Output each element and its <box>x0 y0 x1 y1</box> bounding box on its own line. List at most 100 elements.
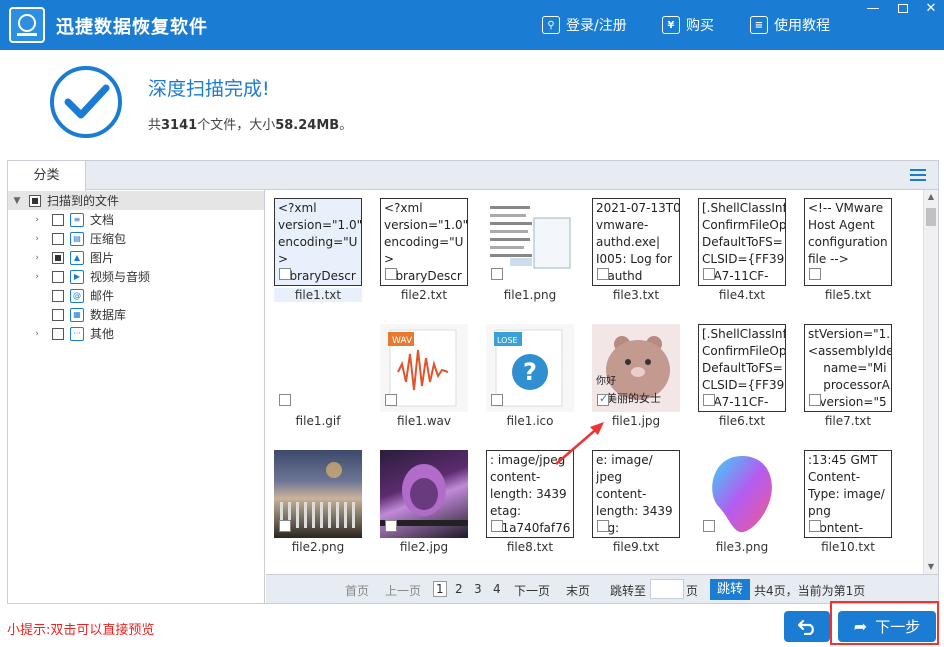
file-item[interactable]: file2.png <box>266 444 366 564</box>
file-item[interactable]: 2021-07-13T0 vmware- authd.exe| I005: Lo… <box>584 192 684 312</box>
results-panel: 分类 ▼ 扫描到的文件 › ≡ 文档 › ▤ 压缩包 › ▲ 图片 › ▶ 视频与音频 @ 邮件 ▦ 数据库 ›… <box>7 160 939 604</box>
pager-page-4[interactable]: 4 <box>493 582 501 596</box>
pager-page-2[interactable]: 2 <box>455 582 463 596</box>
file-name: file7.txt <box>824 414 872 428</box>
file-item[interactable]: file1.png <box>478 192 578 312</box>
file-checkbox[interactable] <box>385 268 397 280</box>
collapse-arrow-icon[interactable]: ▼ <box>12 196 22 206</box>
tree-item-checkbox[interactable] <box>52 232 64 245</box>
tree-item-checkbox[interactable] <box>52 251 64 264</box>
tree-item-2[interactable]: › ▲ 图片 <box>8 248 264 267</box>
file-checkbox[interactable] <box>279 268 291 280</box>
pager-last[interactable]: 末页 <box>566 582 590 599</box>
tree-item-6[interactable]: › ··· 其他 <box>8 324 264 343</box>
file-checkbox[interactable] <box>491 268 503 280</box>
expand-arrow-icon[interactable]: › <box>32 215 42 225</box>
tree-item-checkbox[interactable] <box>52 270 64 283</box>
annotation-arrow <box>555 422 604 465</box>
jump-button[interactable]: 跳转 <box>710 579 750 600</box>
file-name: file8.txt <box>506 540 554 554</box>
tree-item-label: 图片 <box>90 251 115 265</box>
tree-item-label: 数据库 <box>90 308 127 322</box>
file-item[interactable]: stVersion="1. <assemblyIde name="Mi proc… <box>796 318 896 438</box>
login-register-button[interactable]: ⚲ 登录/注册 <box>542 14 627 36</box>
tab-category[interactable]: 分类 <box>8 161 86 191</box>
scan-summary: 共3141个文件，大小58.24MB。 <box>148 114 352 133</box>
file-item[interactable]: <!-- VMware Host Agent configuration fil… <box>796 192 896 312</box>
file-item[interactable]: :13:45 GMT Content- Type: image/ png ont… <box>796 444 896 564</box>
tree-root-checkbox[interactable] <box>29 194 41 207</box>
next-step-button[interactable]: ➦ 下一步 <box>838 611 936 642</box>
expand-arrow-icon[interactable]: › <box>32 272 42 282</box>
file-grid: <?xml version="1.0" encoding="U > braryD… <box>266 190 938 574</box>
yen-icon: ¥ <box>662 16 680 34</box>
file-checkbox[interactable] <box>597 268 609 280</box>
tree-item-0[interactable]: › ≡ 文档 <box>8 210 264 229</box>
file-item[interactable]: file2.jpg <box>372 444 472 564</box>
file-checkbox[interactable] <box>809 394 821 406</box>
maximize-button[interactable] <box>888 0 918 16</box>
app-title: 迅捷数据恢复软件 <box>56 17 208 38</box>
list-view-icon[interactable] <box>910 169 926 182</box>
file-checkbox[interactable] <box>491 520 503 532</box>
file-item[interactable]: <?xml version="1.0" encoding="U > braryD… <box>266 192 366 312</box>
file-item[interactable]: [.ShellClassInf ConfirmFileOp DefaultToF… <box>690 318 790 438</box>
minimize-button[interactable]: — <box>858 0 888 16</box>
tree-item-label: 压缩包 <box>90 232 127 246</box>
tree-root-label: 扫描到的文件 <box>47 194 120 208</box>
tree-item-3[interactable]: › ▶ 视频与音频 <box>8 267 264 286</box>
database-icon: ▦ <box>70 307 84 322</box>
file-item[interactable]: <?xml version="1.0" encoding="U > braryD… <box>372 192 472 312</box>
pager-jump-label: 跳转至 <box>610 584 647 598</box>
preview-hint: 小提示:双击可以直接预览 <box>7 623 155 638</box>
file-item[interactable]: file3.png <box>690 444 790 564</box>
file-checkbox[interactable] <box>385 394 397 406</box>
expand-arrow-icon[interactable]: › <box>32 253 42 263</box>
close-button[interactable]: ✕ <box>916 0 944 16</box>
scroll-thumb[interactable] <box>926 208 936 226</box>
file-checkbox[interactable] <box>597 392 609 406</box>
file-checkbox[interactable] <box>703 268 715 280</box>
expand-arrow-icon[interactable]: › <box>32 234 42 244</box>
tree-item-checkbox[interactable] <box>52 213 64 226</box>
file-checkbox[interactable] <box>703 394 715 406</box>
tree-item-label: 邮件 <box>90 289 115 303</box>
tree-item-label: 其他 <box>90 327 115 341</box>
pager-page-1[interactable]: 1 <box>433 581 447 597</box>
scroll-up-icon[interactable]: ▲ <box>924 190 938 204</box>
wav-badge: WAV <box>392 336 413 346</box>
file-checkbox[interactable] <box>809 520 821 532</box>
file-item[interactable]: [.ShellClassInf ConfirmFileOp DefaultToF… <box>690 192 790 312</box>
tutorial-button[interactable]: ≡ 使用教程 <box>750 14 830 36</box>
tree-item-5[interactable]: ▦ 数据库 <box>8 305 264 324</box>
tree-item-1[interactable]: › ▤ 压缩包 <box>8 229 264 248</box>
back-button[interactable] <box>784 611 830 642</box>
file-item[interactable]: file1.gif <box>266 318 366 438</box>
summary-prefix: 共 <box>148 118 162 133</box>
scroll-down-icon[interactable]: ▼ <box>924 560 938 574</box>
tree-item-4[interactable]: @ 邮件 <box>8 286 264 305</box>
file-checkbox[interactable] <box>491 394 503 406</box>
file-checkbox[interactable] <box>809 268 821 280</box>
pager-prev[interactable]: 上一页 <box>385 582 421 599</box>
file-checkbox[interactable] <box>279 394 291 406</box>
tree-item-checkbox[interactable] <box>52 327 64 340</box>
file-checkbox[interactable] <box>385 520 397 532</box>
buy-button[interactable]: ¥ 购买 <box>662 14 714 36</box>
file-checkbox[interactable] <box>279 520 291 532</box>
expand-arrow-icon[interactable]: › <box>32 329 42 339</box>
file-checkbox[interactable] <box>597 520 609 532</box>
file-name: file2.jpg <box>399 540 449 554</box>
file-item[interactable]: WAV file1.wav <box>372 318 472 438</box>
scan-complete-title: 深度扫描完成! <box>148 78 270 100</box>
grid-scrollbar[interactable]: ▲ ▼ <box>923 190 938 574</box>
pager-next[interactable]: 下一页 <box>514 582 550 599</box>
panel-header: 分类 <box>8 161 938 191</box>
pager-first[interactable]: 首页 <box>345 582 369 599</box>
file-checkbox[interactable] <box>703 520 715 532</box>
tree-root[interactable]: ▼ 扫描到的文件 <box>8 191 264 210</box>
pager-page-3[interactable]: 3 <box>474 582 482 596</box>
tree-item-checkbox[interactable] <box>52 308 64 321</box>
page-number-input[interactable] <box>650 579 684 599</box>
tree-item-checkbox[interactable] <box>52 289 64 302</box>
